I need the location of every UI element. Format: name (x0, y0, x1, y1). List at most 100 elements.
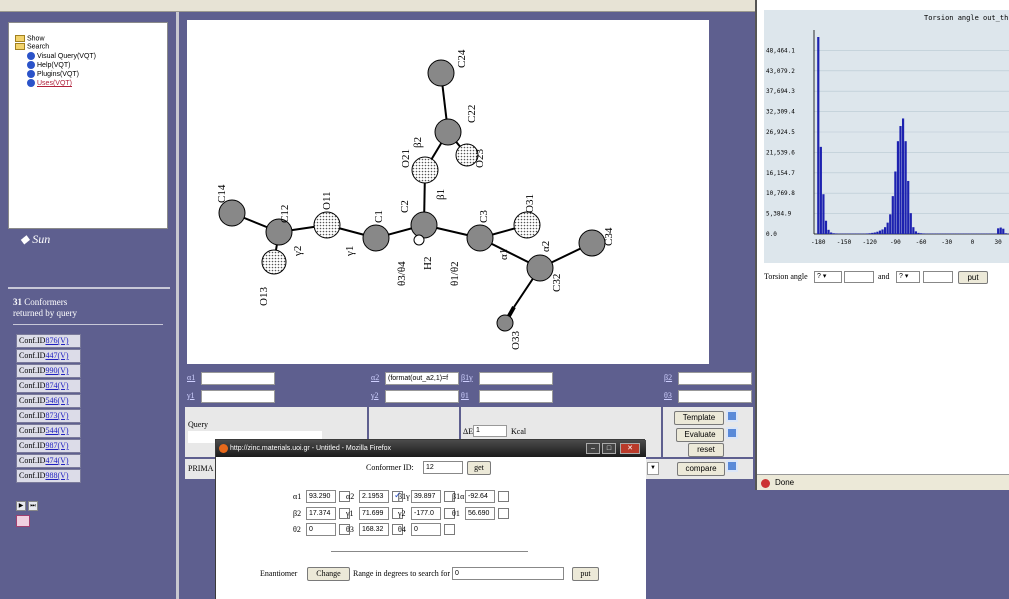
label-o13: O13 (258, 287, 270, 306)
torsion-select-1-value: ? (817, 273, 821, 280)
query-label: Query (188, 420, 208, 429)
torsion-max-input[interactable] (923, 271, 953, 283)
param-input[interactable]: 56.690 (465, 507, 495, 520)
change-button[interactable]: Change (307, 567, 350, 581)
conformers-panel: 31 Conformers returned by query Conf.ID8… (8, 287, 170, 599)
torsion-select-2[interactable]: ? ▾ (896, 271, 920, 283)
popup-put-button[interactable]: put (572, 567, 599, 581)
param-checkbox[interactable] (498, 508, 509, 519)
conformer-id-input[interactable]: 12 (423, 461, 463, 474)
tree-item-plugins[interactable]: Plugins(VQT) (27, 70, 79, 78)
tree-item-show[interactable]: Show (15, 35, 45, 42)
torsion-angle-label: Torsion angle (764, 272, 808, 281)
grid-icon[interactable] (16, 515, 30, 527)
play-icon[interactable]: ▶ (16, 501, 26, 511)
folder-icon (15, 35, 25, 42)
param-checkbox[interactable] (498, 491, 509, 502)
g1-input[interactable] (201, 390, 275, 403)
angle-t1t2: θ1/θ2 (449, 261, 461, 286)
param-input[interactable]: 0 (306, 523, 336, 536)
histogram-chart: Torsion angle out_th 0.0 5,384.9 10,769.8 16… (764, 10, 1009, 263)
template-info-icon[interactable] (726, 410, 738, 422)
g2-input[interactable] (385, 390, 459, 403)
param-input[interactable]: 39.897 (411, 490, 441, 503)
conformer-link[interactable]: 874(V) (45, 381, 68, 390)
param-field: γ1 71.699 (346, 507, 403, 520)
atom-h2 (413, 234, 425, 246)
conformer-popup-window: http://zinc.materials.uoi.gr - Untitled … (215, 439, 646, 599)
conformer-link[interactable]: 987(V) (45, 441, 68, 450)
next-page-icon[interactable]: ⏭ (28, 501, 38, 511)
conformer-link[interactable]: 873(V) (45, 411, 68, 420)
histogram-bar (873, 232, 876, 234)
conformer-id-field: 12 (423, 461, 463, 474)
conformer-link[interactable]: 990(V) (45, 366, 68, 375)
tree-item-uses[interactable]: Uses(VQT) (27, 79, 72, 87)
conformer-link[interactable]: 876(V) (45, 336, 68, 345)
histogram-window: Torsion angle out_th 0.0 5,384.9 10,769.8 16… (755, 0, 1009, 490)
pane-divider[interactable] (176, 12, 179, 599)
reset-button[interactable]: reset (688, 443, 724, 457)
tree-item-search[interactable]: Search (15, 43, 49, 50)
histogram-bar (901, 118, 905, 234)
delta-e-label: ΔE (463, 427, 474, 436)
compare-button[interactable]: compare (677, 462, 725, 476)
range-field: 0 (452, 567, 564, 580)
t3-input[interactable] (678, 390, 752, 403)
b1g-input[interactable] (479, 372, 553, 385)
conformer-prefix: Conf.ID (19, 336, 46, 345)
torsion-min-input[interactable] (844, 271, 874, 283)
histogram-bar (904, 141, 907, 234)
evaluate-button[interactable]: Evaluate (676, 428, 724, 442)
histogram-bar (886, 222, 889, 234)
conformer-item: Conf.ID876(V) (16, 334, 81, 348)
evaluate-info-icon[interactable] (726, 427, 738, 439)
conformer-link[interactable]: 474(V) (45, 456, 68, 465)
range-input[interactable]: 0 (452, 567, 564, 580)
param-input[interactable]: 0 (411, 523, 441, 536)
conformer-prefix: Conf.ID (19, 411, 46, 420)
param-input[interactable]: 71.699 (359, 507, 389, 520)
histogram-bar (914, 231, 918, 234)
tree-item-help[interactable]: Help(VQT) (27, 61, 70, 69)
t1-input[interactable] (479, 390, 553, 403)
y-tick-label: 43,079.2 (766, 68, 795, 75)
angle-t3t4: θ3/θ4 (396, 261, 408, 286)
torsion-select-1[interactable]: ? ▾ (814, 271, 842, 283)
param-input[interactable]: -177.0 (411, 507, 441, 520)
conformer-link[interactable]: 546(V) (45, 396, 68, 405)
param-label: θ4 (398, 525, 406, 534)
histogram-bar (819, 146, 822, 234)
delta-e-input[interactable]: 1 (473, 425, 507, 437)
tree-item-visual-query[interactable]: Visual Query(VQT) (27, 52, 96, 60)
close-icon[interactable]: ✕ (620, 443, 640, 454)
compare-info-icon[interactable] (726, 460, 738, 472)
dropdown-arrow-icon[interactable]: ▼ (647, 462, 659, 475)
b2-input[interactable] (678, 372, 752, 385)
get-button[interactable]: get (467, 461, 491, 475)
histogram-bar (997, 228, 1000, 234)
conformers-header-text: Conformers (24, 297, 68, 307)
a2-input[interactable]: (format(out_a2,1)=f (385, 372, 459, 385)
param-input[interactable]: 17.374 (306, 507, 336, 520)
param-input[interactable]: -92.64 (465, 490, 495, 503)
conformer-link[interactable]: 447(V) (45, 351, 68, 360)
param-input[interactable]: 93.290 (306, 490, 336, 503)
y-tick-label: 48,464.1 (766, 47, 795, 54)
conformer-link[interactable]: 988(V) (45, 471, 68, 480)
param-input[interactable]: 2.1953 (359, 490, 389, 503)
template-button[interactable]: Template (674, 411, 724, 425)
param-input[interactable]: 168.32 (359, 523, 389, 536)
param-checkbox[interactable] (444, 524, 455, 535)
histogram-bar (907, 180, 910, 234)
histogram-put-button[interactable]: put (958, 271, 988, 284)
maximize-icon[interactable]: □ (602, 443, 616, 454)
popup-titlebar[interactable]: http://zinc.materials.uoi.gr - Untitled … (216, 440, 646, 457)
a1-input[interactable] (201, 372, 275, 385)
y-tick-label: 37,694.3 (766, 88, 795, 95)
minimize-icon[interactable]: – (586, 443, 600, 454)
conformer-link[interactable]: 544(V) (45, 426, 68, 435)
conformers-count: 31 (13, 297, 22, 307)
label-o33: O33 (510, 331, 522, 350)
x-tick-label: -120 (862, 239, 877, 246)
